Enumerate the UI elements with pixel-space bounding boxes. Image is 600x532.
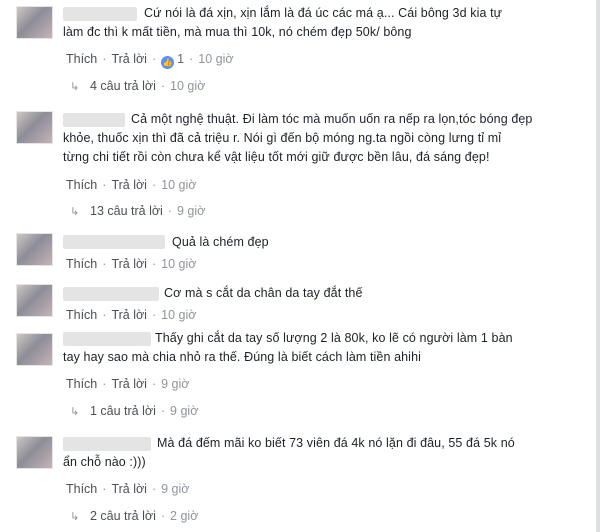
timestamp[interactable]: 9 giờ xyxy=(161,377,189,391)
comment-text: Mà đá đếm mãi ko biết 73 viên đá 4k nó l… xyxy=(63,436,515,469)
reply-button[interactable]: Trả lời xyxy=(111,52,147,66)
comment-actions: Thích · Trả lời · 10 giờ xyxy=(66,257,197,271)
replies-count[interactable]: 2 câu trả lời xyxy=(90,509,156,523)
like-button[interactable]: Thích xyxy=(66,482,97,496)
replies-time: 2 giờ xyxy=(170,509,199,523)
commenter-name[interactable] xyxy=(63,235,165,249)
timestamp[interactable]: 10 giờ xyxy=(161,257,196,271)
reply-button[interactable]: Trả lời xyxy=(111,377,147,391)
comment-text: Cơ mà s cắt da chân da tay đắt thế xyxy=(164,286,363,300)
reply-arrow-icon: ↳ xyxy=(70,81,80,93)
timestamp[interactable]: 10 giờ xyxy=(161,178,196,192)
reply-arrow-icon: ↳ xyxy=(70,206,80,218)
view-replies-link[interactable]: ↳ 4 câu trả lời · 10 giờ xyxy=(70,79,205,93)
timestamp[interactable]: 9 giờ xyxy=(161,482,189,496)
timestamp[interactable]: 10 giờ xyxy=(198,52,233,66)
timestamp[interactable]: 10 giờ xyxy=(161,308,196,322)
comment-actions: Thích · Trả lời · 9 giờ xyxy=(66,377,190,391)
view-replies-link[interactable]: ↳ 13 câu trả lời · 9 giờ xyxy=(70,204,205,218)
like-button[interactable]: Thích xyxy=(66,308,97,322)
reply-arrow-icon: ↳ xyxy=(70,511,80,523)
comment-text: Thấy ghi cắt da tay số lượng 2 là 80k, k… xyxy=(63,331,513,364)
avatar[interactable] xyxy=(16,6,53,39)
reaction-count[interactable]: 1 xyxy=(177,52,184,66)
view-replies-link[interactable]: ↳ 2 câu trả lời · 2 giờ xyxy=(70,509,198,523)
reply-button[interactable]: Trả lời xyxy=(111,257,147,271)
replies-time: 10 giờ xyxy=(170,79,206,93)
avatar[interactable] xyxy=(16,233,53,266)
replies-time: 9 giờ xyxy=(170,404,199,418)
like-button[interactable]: Thích xyxy=(66,257,97,271)
comment-text: Quả là chém đẹp xyxy=(172,235,269,249)
comment-actions: Thích · Trả lời · 10 giờ xyxy=(66,308,197,322)
replies-count[interactable]: 13 câu trả lời xyxy=(90,204,163,218)
avatar[interactable] xyxy=(16,284,53,317)
avatar[interactable] xyxy=(16,111,53,144)
reply-button[interactable]: Trả lời xyxy=(111,308,147,322)
scrollbar[interactable] xyxy=(596,0,600,532)
reply-button[interactable]: Trả lời xyxy=(111,178,147,192)
comment-actions: Thích · Trả lời · 👍 1 · 10 giờ xyxy=(66,52,234,69)
comment-text: Cứ nói là đá xịn, xịn lắm là đá úc các m… xyxy=(63,6,503,39)
like-button[interactable]: Thích xyxy=(66,178,97,192)
like-button[interactable]: Thích xyxy=(66,377,97,391)
replies-count[interactable]: 4 câu trả lời xyxy=(90,79,156,93)
comment-actions: Thích · Trả lời · 9 giờ xyxy=(66,482,190,496)
like-button[interactable]: Thích xyxy=(66,52,97,66)
reply-button[interactable]: Trả lời xyxy=(111,482,147,496)
avatar[interactable] xyxy=(16,333,53,366)
comment-actions: Thích · Trả lời · 10 giờ xyxy=(66,178,197,192)
reply-arrow-icon: ↳ xyxy=(70,406,80,418)
like-icon[interactable]: 👍 xyxy=(161,56,175,69)
replies-count[interactable]: 1 câu trả lời xyxy=(90,404,156,418)
view-replies-link[interactable]: ↳ 1 câu trả lời · 9 giờ xyxy=(70,404,198,418)
commenter-name[interactable] xyxy=(63,287,159,301)
comment-text: Cả một nghệ thuật. Đi làm tóc mà muốn uố… xyxy=(63,112,533,164)
replies-time: 9 giờ xyxy=(177,204,206,218)
avatar[interactable] xyxy=(16,436,53,469)
